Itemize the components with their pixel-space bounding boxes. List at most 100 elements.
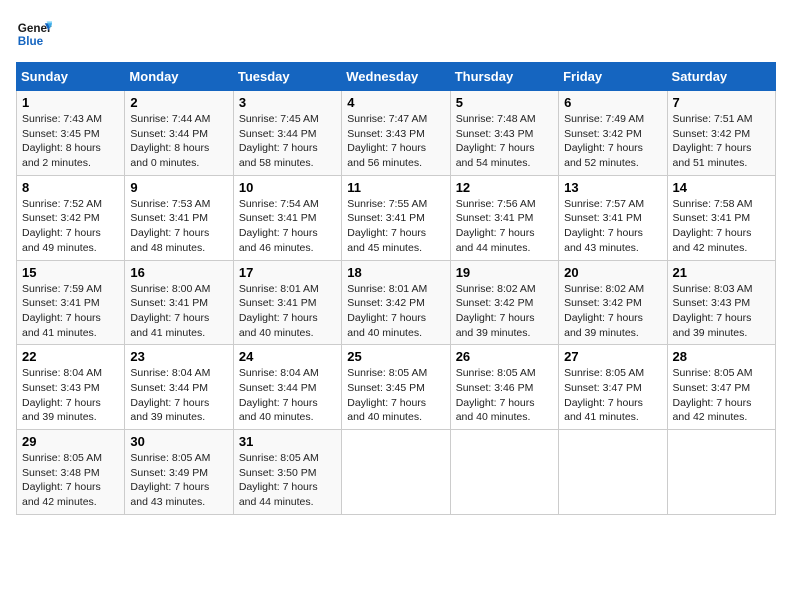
calendar-week-row: 15 Sunrise: 7:59 AM Sunset: 3:41 PM Dayl… — [17, 260, 776, 345]
day-info: Sunrise: 8:01 AM Sunset: 3:42 PM Dayligh… — [347, 283, 427, 339]
calendar-cell: 30 Sunrise: 8:05 AM Sunset: 3:49 PM Dayl… — [125, 430, 233, 515]
calendar-cell: 11 Sunrise: 7:55 AM Sunset: 3:41 PM Dayl… — [342, 175, 450, 260]
calendar-cell: 13 Sunrise: 7:57 AM Sunset: 3:41 PM Dayl… — [559, 175, 667, 260]
calendar-cell — [450, 430, 558, 515]
day-info: Sunrise: 8:05 AM Sunset: 3:45 PM Dayligh… — [347, 367, 427, 423]
day-info: Sunrise: 8:00 AM Sunset: 3:41 PM Dayligh… — [130, 283, 210, 339]
day-number: 3 — [239, 95, 336, 110]
day-info: Sunrise: 7:49 AM Sunset: 3:42 PM Dayligh… — [564, 113, 644, 169]
calendar-cell: 23 Sunrise: 8:04 AM Sunset: 3:44 PM Dayl… — [125, 345, 233, 430]
day-number: 15 — [22, 265, 119, 280]
calendar-cell: 17 Sunrise: 8:01 AM Sunset: 3:41 PM Dayl… — [233, 260, 341, 345]
calendar-cell — [342, 430, 450, 515]
day-number: 21 — [673, 265, 770, 280]
calendar-cell: 21 Sunrise: 8:03 AM Sunset: 3:43 PM Dayl… — [667, 260, 775, 345]
day-number: 10 — [239, 180, 336, 195]
day-number: 18 — [347, 265, 444, 280]
day-number: 27 — [564, 349, 661, 364]
calendar-cell: 10 Sunrise: 7:54 AM Sunset: 3:41 PM Dayl… — [233, 175, 341, 260]
day-header-wednesday: Wednesday — [342, 63, 450, 91]
calendar-cell — [559, 430, 667, 515]
calendar-cell: 29 Sunrise: 8:05 AM Sunset: 3:48 PM Dayl… — [17, 430, 125, 515]
calendar-cell: 2 Sunrise: 7:44 AM Sunset: 3:44 PM Dayli… — [125, 91, 233, 176]
calendar-cell: 4 Sunrise: 7:47 AM Sunset: 3:43 PM Dayli… — [342, 91, 450, 176]
day-header-saturday: Saturday — [667, 63, 775, 91]
day-number: 31 — [239, 434, 336, 449]
page-header: General Blue — [16, 16, 776, 52]
calendar-cell — [667, 430, 775, 515]
day-number: 24 — [239, 349, 336, 364]
day-number: 6 — [564, 95, 661, 110]
day-number: 11 — [347, 180, 444, 195]
day-info: Sunrise: 7:57 AM Sunset: 3:41 PM Dayligh… — [564, 198, 644, 254]
day-number: 26 — [456, 349, 553, 364]
day-info: Sunrise: 8:05 AM Sunset: 3:50 PM Dayligh… — [239, 452, 319, 508]
day-header-thursday: Thursday — [450, 63, 558, 91]
day-info: Sunrise: 7:45 AM Sunset: 3:44 PM Dayligh… — [239, 113, 319, 169]
calendar-cell: 26 Sunrise: 8:05 AM Sunset: 3:46 PM Dayl… — [450, 345, 558, 430]
calendar-cell: 5 Sunrise: 7:48 AM Sunset: 3:43 PM Dayli… — [450, 91, 558, 176]
calendar-cell: 6 Sunrise: 7:49 AM Sunset: 3:42 PM Dayli… — [559, 91, 667, 176]
day-info: Sunrise: 8:05 AM Sunset: 3:48 PM Dayligh… — [22, 452, 102, 508]
calendar-header-row: SundayMondayTuesdayWednesdayThursdayFrid… — [17, 63, 776, 91]
day-number: 23 — [130, 349, 227, 364]
day-info: Sunrise: 7:44 AM Sunset: 3:44 PM Dayligh… — [130, 113, 210, 169]
day-number: 28 — [673, 349, 770, 364]
calendar-cell: 27 Sunrise: 8:05 AM Sunset: 3:47 PM Dayl… — [559, 345, 667, 430]
calendar-week-row: 8 Sunrise: 7:52 AM Sunset: 3:42 PM Dayli… — [17, 175, 776, 260]
day-number: 9 — [130, 180, 227, 195]
day-number: 14 — [673, 180, 770, 195]
day-number: 16 — [130, 265, 227, 280]
day-header-sunday: Sunday — [17, 63, 125, 91]
calendar-cell: 15 Sunrise: 7:59 AM Sunset: 3:41 PM Dayl… — [17, 260, 125, 345]
day-number: 5 — [456, 95, 553, 110]
svg-text:Blue: Blue — [18, 35, 44, 48]
day-info: Sunrise: 8:01 AM Sunset: 3:41 PM Dayligh… — [239, 283, 319, 339]
calendar-cell: 3 Sunrise: 7:45 AM Sunset: 3:44 PM Dayli… — [233, 91, 341, 176]
day-number: 30 — [130, 434, 227, 449]
logo: General Blue — [16, 16, 56, 52]
day-number: 17 — [239, 265, 336, 280]
calendar-cell: 12 Sunrise: 7:56 AM Sunset: 3:41 PM Dayl… — [450, 175, 558, 260]
logo-icon: General Blue — [16, 16, 52, 52]
calendar-cell: 16 Sunrise: 8:00 AM Sunset: 3:41 PM Dayl… — [125, 260, 233, 345]
calendar-cell: 28 Sunrise: 8:05 AM Sunset: 3:47 PM Dayl… — [667, 345, 775, 430]
day-number: 22 — [22, 349, 119, 364]
day-info: Sunrise: 8:05 AM Sunset: 3:47 PM Dayligh… — [564, 367, 644, 423]
day-number: 4 — [347, 95, 444, 110]
calendar-cell: 22 Sunrise: 8:04 AM Sunset: 3:43 PM Dayl… — [17, 345, 125, 430]
calendar-cell: 1 Sunrise: 7:43 AM Sunset: 3:45 PM Dayli… — [17, 91, 125, 176]
calendar-cell: 24 Sunrise: 8:04 AM Sunset: 3:44 PM Dayl… — [233, 345, 341, 430]
day-info: Sunrise: 7:59 AM Sunset: 3:41 PM Dayligh… — [22, 283, 102, 339]
calendar-table: SundayMondayTuesdayWednesdayThursdayFrid… — [16, 62, 776, 515]
day-info: Sunrise: 7:52 AM Sunset: 3:42 PM Dayligh… — [22, 198, 102, 254]
calendar-cell: 25 Sunrise: 8:05 AM Sunset: 3:45 PM Dayl… — [342, 345, 450, 430]
day-info: Sunrise: 7:58 AM Sunset: 3:41 PM Dayligh… — [673, 198, 753, 254]
day-info: Sunrise: 8:02 AM Sunset: 3:42 PM Dayligh… — [564, 283, 644, 339]
calendar-week-row: 1 Sunrise: 7:43 AM Sunset: 3:45 PM Dayli… — [17, 91, 776, 176]
calendar-cell: 8 Sunrise: 7:52 AM Sunset: 3:42 PM Dayli… — [17, 175, 125, 260]
day-header-monday: Monday — [125, 63, 233, 91]
day-info: Sunrise: 7:47 AM Sunset: 3:43 PM Dayligh… — [347, 113, 427, 169]
day-info: Sunrise: 7:51 AM Sunset: 3:42 PM Dayligh… — [673, 113, 753, 169]
calendar-cell: 31 Sunrise: 8:05 AM Sunset: 3:50 PM Dayl… — [233, 430, 341, 515]
day-number: 12 — [456, 180, 553, 195]
calendar-cell: 20 Sunrise: 8:02 AM Sunset: 3:42 PM Dayl… — [559, 260, 667, 345]
day-header-friday: Friday — [559, 63, 667, 91]
day-info: Sunrise: 8:05 AM Sunset: 3:46 PM Dayligh… — [456, 367, 536, 423]
calendar-cell: 18 Sunrise: 8:01 AM Sunset: 3:42 PM Dayl… — [342, 260, 450, 345]
calendar-cell: 7 Sunrise: 7:51 AM Sunset: 3:42 PM Dayli… — [667, 91, 775, 176]
day-number: 2 — [130, 95, 227, 110]
day-info: Sunrise: 8:05 AM Sunset: 3:47 PM Dayligh… — [673, 367, 753, 423]
day-info: Sunrise: 8:02 AM Sunset: 3:42 PM Dayligh… — [456, 283, 536, 339]
calendar-cell: 9 Sunrise: 7:53 AM Sunset: 3:41 PM Dayli… — [125, 175, 233, 260]
day-info: Sunrise: 7:56 AM Sunset: 3:41 PM Dayligh… — [456, 198, 536, 254]
calendar-week-row: 29 Sunrise: 8:05 AM Sunset: 3:48 PM Dayl… — [17, 430, 776, 515]
day-number: 7 — [673, 95, 770, 110]
day-info: Sunrise: 8:04 AM Sunset: 3:44 PM Dayligh… — [130, 367, 210, 423]
day-number: 13 — [564, 180, 661, 195]
day-number: 20 — [564, 265, 661, 280]
day-info: Sunrise: 7:54 AM Sunset: 3:41 PM Dayligh… — [239, 198, 319, 254]
calendar-cell: 14 Sunrise: 7:58 AM Sunset: 3:41 PM Dayl… — [667, 175, 775, 260]
calendar-week-row: 22 Sunrise: 8:04 AM Sunset: 3:43 PM Dayl… — [17, 345, 776, 430]
